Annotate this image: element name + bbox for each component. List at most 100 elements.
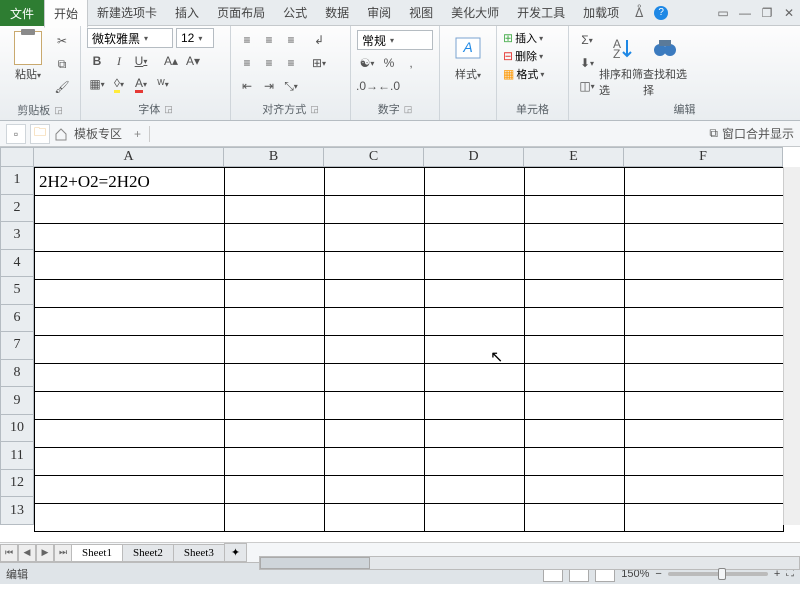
- tab-beautify[interactable]: 美化大师: [442, 0, 508, 26]
- tab-new[interactable]: 新建选项卡: [88, 0, 166, 26]
- cell-A12[interactable]: [35, 476, 225, 504]
- row-header-7[interactable]: 7: [0, 332, 34, 360]
- row-header-12[interactable]: 12: [0, 470, 34, 498]
- cell-C12[interactable]: [325, 476, 425, 504]
- cell-C10[interactable]: [325, 420, 425, 448]
- underline-button[interactable]: U▾: [131, 51, 151, 71]
- cell-F1[interactable]: [625, 168, 784, 196]
- row-header-10[interactable]: 10: [0, 415, 34, 443]
- cell-C7[interactable]: [325, 336, 425, 364]
- cell-E7[interactable]: [525, 336, 625, 364]
- cell-F11[interactable]: [625, 448, 784, 476]
- new-sheet-button[interactable]: ✦: [224, 543, 247, 562]
- column-header-E[interactable]: E: [524, 147, 624, 167]
- cell-E8[interactable]: [525, 364, 625, 392]
- cell-E2[interactable]: [525, 196, 625, 224]
- cell-E5[interactable]: [525, 280, 625, 308]
- cell-B1[interactable]: [225, 168, 325, 196]
- cell-E6[interactable]: [525, 308, 625, 336]
- cell-D3[interactable]: [425, 224, 525, 252]
- cell-D9[interactable]: [425, 392, 525, 420]
- cell-B10[interactable]: [225, 420, 325, 448]
- cell-E12[interactable]: [525, 476, 625, 504]
- row-header-3[interactable]: 3: [0, 222, 34, 250]
- minimize-ribbon-icon[interactable]: ▭: [715, 5, 731, 21]
- row-header-6[interactable]: 6: [0, 305, 34, 333]
- tab-insert[interactable]: 插入: [166, 0, 208, 26]
- cell-A3[interactable]: [35, 224, 225, 252]
- cell-A6[interactable]: [35, 308, 225, 336]
- borders-button[interactable]: ▦▾: [87, 74, 107, 94]
- decrease-decimal-button[interactable]: ←.0: [379, 76, 399, 96]
- copy-button[interactable]: ⧉: [52, 54, 72, 74]
- add-tab-button[interactable]: +: [134, 127, 141, 141]
- percent-button[interactable]: %: [379, 53, 399, 73]
- window-restore-icon[interactable]: ❐: [759, 5, 775, 21]
- autosum-button[interactable]: Σ▾: [577, 30, 597, 50]
- grow-font-button[interactable]: A▴: [161, 51, 181, 71]
- cell-E4[interactable]: [525, 252, 625, 280]
- number-format-combo[interactable]: 常规▾: [357, 30, 433, 50]
- font-color-button[interactable]: A▾: [131, 74, 151, 94]
- increase-indent-button[interactable]: ⇥: [259, 76, 279, 96]
- italic-button[interactable]: I: [109, 51, 129, 71]
- tab-review[interactable]: 审阅: [358, 0, 400, 26]
- fill-color-button[interactable]: ◊▾: [109, 74, 129, 94]
- tab-view[interactable]: 视图: [400, 0, 442, 26]
- cell-C13[interactable]: [325, 504, 425, 532]
- cell-F4[interactable]: [625, 252, 784, 280]
- find-select-button[interactable]: 查找和选择: [643, 28, 687, 98]
- new-doc-button[interactable]: ▫: [6, 124, 26, 144]
- clear-button[interactable]: ◫▾: [577, 76, 597, 96]
- sheet-nav-first[interactable]: ⏮: [0, 544, 18, 562]
- cell-C2[interactable]: [325, 196, 425, 224]
- clipboard-launcher-icon[interactable]: ◲: [54, 105, 63, 116]
- column-header-D[interactable]: D: [424, 147, 524, 167]
- cell-A13[interactable]: [35, 504, 225, 532]
- sheet-nav-last[interactable]: ⏭: [54, 544, 72, 562]
- cell-F10[interactable]: [625, 420, 784, 448]
- select-all-corner[interactable]: [0, 147, 34, 167]
- cell-F12[interactable]: [625, 476, 784, 504]
- cell-A4[interactable]: [35, 252, 225, 280]
- font-name-combo[interactable]: 微软雅黑▾: [87, 28, 173, 48]
- cell-F3[interactable]: [625, 224, 784, 252]
- row-header-4[interactable]: 4: [0, 250, 34, 278]
- cell-A9[interactable]: [35, 392, 225, 420]
- cell-E9[interactable]: [525, 392, 625, 420]
- phonetic-button[interactable]: ᵂ▾: [153, 74, 173, 94]
- cell-C6[interactable]: [325, 308, 425, 336]
- cell-B5[interactable]: [225, 280, 325, 308]
- delete-cells-button[interactable]: ⊟ 删除▾: [503, 48, 543, 64]
- cell-D6[interactable]: [425, 308, 525, 336]
- tab-page-layout[interactable]: 页面布局: [208, 0, 274, 26]
- cell-E10[interactable]: [525, 420, 625, 448]
- cell-B8[interactable]: [225, 364, 325, 392]
- cell-C11[interactable]: [325, 448, 425, 476]
- row-header-11[interactable]: 11: [0, 442, 34, 470]
- format-cells-button[interactable]: ▦ 格式▾: [503, 66, 544, 82]
- paste-button[interactable]: 粘贴▾: [6, 28, 50, 82]
- font-launcher-icon[interactable]: ◲: [164, 104, 173, 115]
- window-min-icon[interactable]: —: [737, 5, 753, 21]
- row-header-9[interactable]: 9: [0, 387, 34, 415]
- cell-E3[interactable]: [525, 224, 625, 252]
- cell-A5[interactable]: [35, 280, 225, 308]
- alignment-launcher-icon[interactable]: ◲: [310, 104, 319, 115]
- tab-addins[interactable]: 加载项: [574, 0, 628, 26]
- cell-A10[interactable]: [35, 420, 225, 448]
- wrap-text-button[interactable]: ↲: [309, 30, 329, 50]
- cell-A2[interactable]: [35, 196, 225, 224]
- sheet-tab-2[interactable]: Sheet2: [122, 544, 174, 562]
- align-left-button[interactable]: ≡: [237, 53, 257, 73]
- font-size-combo[interactable]: 12▾: [176, 28, 214, 48]
- align-top-button[interactable]: ≡: [237, 30, 257, 50]
- row-header-13[interactable]: 13: [0, 497, 34, 525]
- cell-C8[interactable]: [325, 364, 425, 392]
- cell-D5[interactable]: [425, 280, 525, 308]
- column-header-C[interactable]: C: [324, 147, 424, 167]
- file-menu[interactable]: 文件: [0, 0, 44, 26]
- zoom-slider[interactable]: [668, 572, 768, 576]
- cell-E13[interactable]: [525, 504, 625, 532]
- cell-B12[interactable]: [225, 476, 325, 504]
